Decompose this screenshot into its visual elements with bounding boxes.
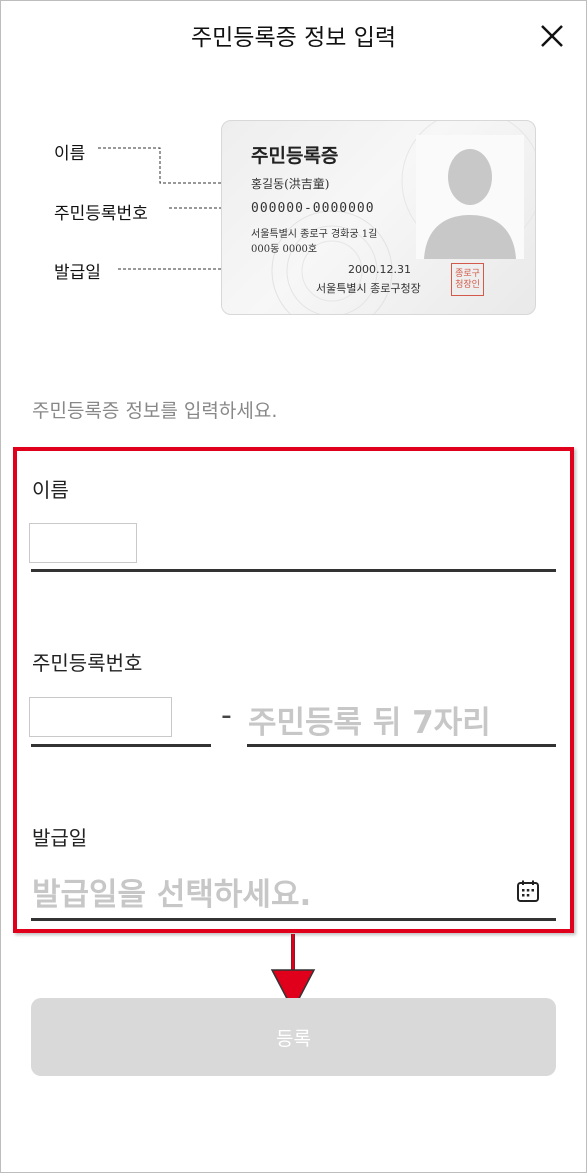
card-photo bbox=[416, 135, 524, 259]
card-issue-date: 2000.12.31 bbox=[348, 263, 411, 276]
submit-button[interactable]: 등록 bbox=[31, 998, 556, 1076]
card-rrn: 000000-0000000 bbox=[251, 201, 375, 216]
issue-date-input[interactable]: 발급일을 선택하세요. bbox=[32, 869, 311, 914]
rrn-front-underline bbox=[31, 744, 211, 747]
issue-date-underline bbox=[31, 918, 556, 921]
id-card-illustration: 주민등록증 홍길동(洪吉童) 000000-0000000 서울특별시 종로구 … bbox=[221, 120, 536, 315]
rrn-label: 주민등록번호 bbox=[32, 651, 143, 675]
calendar-icon[interactable] bbox=[516, 879, 540, 903]
name-label: 이름 bbox=[32, 478, 69, 502]
issue-date-label: 발급일 bbox=[32, 826, 88, 850]
card-holder-name: 홍길동(洪吉童) bbox=[251, 177, 330, 191]
form-highlight-box bbox=[13, 447, 574, 933]
instruction-text: 주민등록증 정보를 입력하세요. bbox=[32, 400, 278, 422]
card-address-line1: 서울특별시 종로구 경화궁 1길 bbox=[251, 229, 378, 240]
person-silhouette-icon bbox=[424, 149, 516, 259]
card-seal: 종로구 청장인 bbox=[451, 263, 484, 296]
seal-line1: 종로구 bbox=[455, 268, 480, 279]
card-issuer: 서울특별시 종로구청장 bbox=[316, 282, 421, 295]
rrn-back-underline bbox=[247, 744, 556, 747]
name-input[interactable] bbox=[29, 523, 137, 563]
rrn-separator: - bbox=[221, 698, 232, 733]
name-underline bbox=[31, 569, 556, 572]
card-address-line2: 000동 0000호 bbox=[251, 244, 318, 255]
card-title: 주민등록증 bbox=[251, 145, 339, 167]
rrn-front-input[interactable] bbox=[29, 697, 172, 737]
seal-line2: 청장인 bbox=[455, 279, 480, 290]
rrn-back-input[interactable]: 주민등록 뒤 7자리 bbox=[248, 697, 491, 742]
